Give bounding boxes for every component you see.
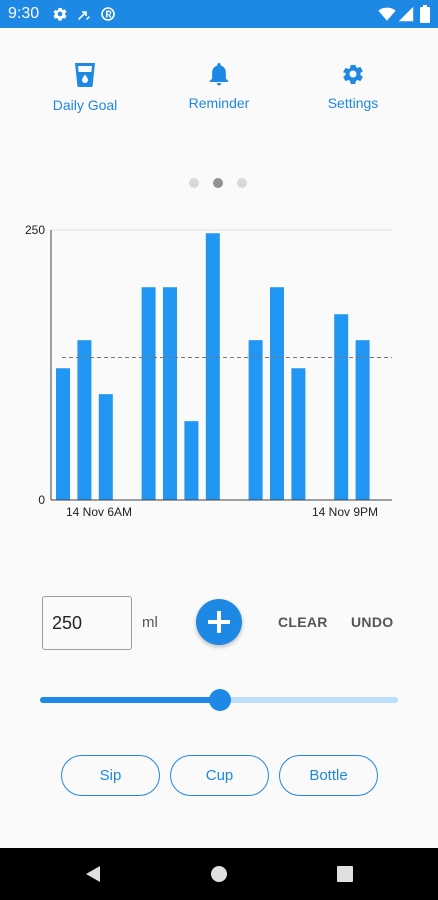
cup-button[interactable]: Cup	[170, 755, 269, 796]
status-time: 9:30	[8, 5, 40, 22]
unit-label: ml	[142, 614, 158, 631]
chart-bar	[270, 287, 284, 500]
add-button[interactable]	[196, 599, 242, 645]
page-indicator[interactable]	[189, 178, 249, 190]
y-tick-label: 0	[38, 493, 45, 507]
slider-active-track	[40, 697, 221, 703]
bell-icon	[209, 63, 229, 86]
reminder-label: Reminder	[188, 95, 250, 111]
navigation-bar	[0, 848, 438, 900]
plus-icon	[208, 611, 230, 633]
sync-icon	[100, 6, 116, 27]
x-tick-label: 14 Nov 6AM	[66, 505, 132, 519]
page-dot[interactable]	[237, 178, 247, 188]
call-forward-icon	[76, 6, 92, 27]
amount-slider[interactable]	[40, 686, 398, 714]
x-tick-label: 14 Nov 9PM	[312, 505, 378, 519]
settings-button[interactable]: Settings	[298, 62, 408, 122]
sip-button[interactable]: Sip	[61, 755, 160, 796]
chart-bar	[334, 314, 349, 500]
chart-bar	[248, 340, 263, 500]
chart-bar	[291, 368, 306, 500]
reminder-button[interactable]: Reminder	[164, 62, 274, 122]
page-dot[interactable]	[189, 178, 199, 188]
home-icon[interactable]	[210, 865, 228, 888]
settings-label: Settings	[327, 95, 379, 111]
recents-icon[interactable]	[336, 865, 354, 888]
slider-thumb[interactable]	[209, 689, 232, 711]
chart-bar	[77, 340, 92, 500]
chart-bar	[205, 233, 220, 501]
intake-bar-chart: 250 0 14 Nov 6AM 14 Nov 9PM	[25, 223, 392, 519]
chart-bar	[141, 287, 156, 500]
bottle-button[interactable]: Bottle	[279, 755, 378, 796]
water-glass-icon	[75, 63, 95, 87]
chart-bar	[355, 340, 370, 500]
status-bar: 9:30	[0, 0, 438, 28]
back-icon[interactable]	[84, 865, 102, 888]
chart-bar	[98, 394, 113, 500]
gear-icon	[52, 6, 68, 27]
daily-goal-label: Daily Goal	[52, 97, 118, 113]
chart-bar	[184, 421, 199, 500]
wifi-icon	[378, 6, 396, 27]
signal-icon	[398, 6, 414, 27]
daily-goal-button[interactable]: Daily Goal	[30, 62, 140, 122]
amount-input[interactable]: 250	[42, 596, 132, 650]
gear-icon	[343, 64, 363, 85]
undo-button[interactable]: UNDO	[351, 614, 393, 630]
chart-bar	[56, 368, 70, 500]
clear-button[interactable]: CLEAR	[278, 614, 328, 630]
battery-icon	[420, 5, 430, 28]
chart-bar	[163, 287, 177, 500]
page-dot[interactable]	[213, 178, 223, 188]
y-tick-label: 250	[25, 223, 45, 237]
